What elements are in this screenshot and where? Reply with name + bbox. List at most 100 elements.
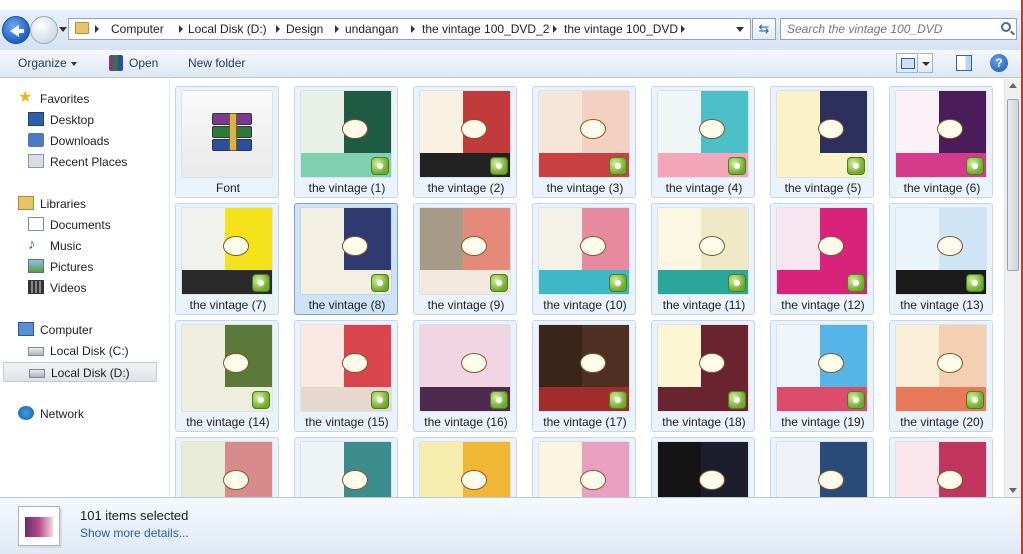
nav-favorites[interactable]: ★ Favorites	[18, 89, 158, 109]
file-item[interactable]: the vintage (11)	[651, 203, 755, 315]
file-name: the vintage (17)	[543, 415, 627, 429]
invitation-emblem	[937, 118, 963, 139]
invitation-emblem	[580, 118, 606, 139]
breadcrumb-design[interactable]: Design	[286, 22, 323, 36]
nav-pictures[interactable]: Pictures	[28, 257, 158, 277]
file-name: the vintage (20)	[900, 415, 984, 429]
file-item[interactable]: the vintage (4)	[651, 86, 755, 198]
file-thumbnail	[182, 325, 272, 411]
file-name: the vintage (13)	[900, 298, 984, 312]
file-item[interactable]: the vintage (16)	[413, 320, 517, 432]
file-item[interactable]: the vintage (26)	[770, 437, 874, 497]
nav-music[interactable]: ♪ Music	[28, 236, 158, 256]
help-button[interactable]: ?	[990, 54, 1008, 72]
file-item[interactable]: the vintage (7)	[175, 203, 279, 315]
breadcrumb-undangan[interactable]: undangan	[345, 22, 398, 36]
open-button[interactable]: Open	[129, 56, 158, 70]
file-name: the vintage (19)	[781, 415, 865, 429]
nav-label: Desktop	[50, 113, 95, 127]
vertical-scrollbar[interactable]	[1004, 79, 1021, 497]
new-folder-button[interactable]: New folder	[188, 56, 245, 70]
nav-network[interactable]: Network	[18, 404, 158, 424]
nav-desktop[interactable]: Desktop	[28, 110, 158, 130]
refresh-button[interactable]: ⇆	[752, 18, 776, 40]
file-item[interactable]: the vintage (10)	[532, 203, 636, 315]
file-item[interactable]: the vintage (3)	[532, 86, 636, 198]
scroll-down-icon[interactable]	[1009, 488, 1017, 493]
file-thumbnail	[539, 208, 629, 294]
address-bar[interactable]: Computer Local Disk (D:) Design undangan…	[68, 18, 751, 40]
file-item[interactable]: the vintage (25)	[651, 437, 755, 497]
file-item[interactable]: the vintage (18)	[651, 320, 755, 432]
scroll-up-icon[interactable]	[1009, 83, 1017, 88]
address-history-dropdown-icon[interactable]	[736, 27, 744, 32]
invitation-emblem	[937, 235, 963, 256]
chevron-right-icon[interactable]	[335, 25, 339, 33]
file-name: the vintage (14)	[186, 415, 270, 429]
search-box[interactable]	[780, 18, 1017, 40]
file-item[interactable]: the vintage (2)	[413, 86, 517, 198]
file-item[interactable]: the vintage (9)	[413, 203, 517, 315]
file-item[interactable]: the vintage (23)	[413, 437, 517, 497]
search-icon[interactable]	[1001, 22, 1011, 32]
winrar-archive-icon	[212, 113, 256, 153]
invitation-emblem	[342, 235, 368, 256]
recent-pages-dropdown-icon[interactable]	[59, 27, 67, 32]
preview-pane-button[interactable]	[956, 55, 972, 71]
chevron-right-icon[interactable]	[179, 25, 183, 33]
file-thumbnail	[301, 442, 391, 497]
nav-local-disk-d[interactable]: Local Disk (D:)	[3, 362, 157, 382]
chevron-down-icon[interactable]	[71, 62, 77, 66]
file-thumbnail	[896, 208, 986, 294]
chevron-right-icon[interactable]	[681, 25, 685, 33]
breadcrumb-computer[interactable]: Computer	[111, 22, 164, 36]
file-name: the vintage (10)	[543, 298, 627, 312]
nav-label: Local Disk (C:)	[50, 344, 129, 358]
file-item[interactable]: the vintage (14)	[175, 320, 279, 432]
file-item[interactable]: the vintage (17)	[532, 320, 636, 432]
nav-videos[interactable]: Videos	[28, 278, 158, 298]
file-item[interactable]: the vintage (21)	[175, 437, 279, 497]
change-view-button[interactable]	[896, 53, 918, 73]
nav-recent-places[interactable]: Recent Places	[28, 152, 158, 172]
search-input[interactable]	[787, 21, 987, 37]
file-thumbnail	[777, 91, 867, 177]
file-thumbnail	[539, 325, 629, 411]
file-item[interactable]: the vintage (8)	[294, 203, 398, 315]
nav-computer[interactable]: Computer	[18, 320, 158, 340]
nav-libraries[interactable]: Libraries	[18, 194, 158, 214]
nav-downloads[interactable]: Downloads	[28, 131, 158, 151]
nav-local-disk-c[interactable]: Local Disk (C:)	[28, 341, 158, 361]
breadcrumb-vintage-dvd-2[interactable]: the vintage 100_DVD_2	[422, 22, 549, 36]
file-item[interactable]: the vintage (20)	[889, 320, 993, 432]
breadcrumb-vintage-dvd[interactable]: the vintage 100_DVD	[564, 22, 678, 36]
chevron-right-icon[interactable]	[553, 25, 557, 33]
chevron-right-icon[interactable]	[276, 25, 280, 33]
back-button[interactable]	[2, 16, 30, 44]
file-item[interactable]: the vintage (15)	[294, 320, 398, 432]
file-item[interactable]: the vintage (24)	[532, 437, 636, 497]
file-item[interactable]: the vintage (12)	[770, 203, 874, 315]
file-item[interactable]: the vintage (22)	[294, 437, 398, 497]
file-item[interactable]: the vintage (13)	[889, 203, 993, 315]
file-item[interactable]: Font	[175, 86, 279, 198]
forward-button[interactable]	[30, 16, 58, 44]
scrollbar-thumb[interactable]	[1007, 99, 1019, 271]
chevron-right-icon[interactable]	[95, 25, 99, 33]
show-more-details-link[interactable]: Show more details...	[80, 526, 189, 540]
file-name: the vintage (16)	[424, 415, 508, 429]
file-list[interactable]: Font the vintage (1) the vintage (2) the vi…	[171, 79, 1004, 497]
chevron-right-icon[interactable]	[411, 25, 415, 33]
file-item[interactable]: the vintage (27)	[889, 437, 993, 497]
organize-button[interactable]: Organize	[18, 56, 67, 70]
file-item[interactable]: the vintage (19)	[770, 320, 874, 432]
file-item[interactable]: the vintage (6)	[889, 86, 993, 198]
breadcrumb-local-disk-d[interactable]: Local Disk (D:)	[188, 22, 267, 36]
file-item[interactable]: the vintage (1)	[294, 86, 398, 198]
coreldraw-file-icon	[371, 391, 389, 409]
view-options-dropdown[interactable]	[919, 53, 933, 73]
file-thumbnail	[539, 442, 629, 497]
nav-documents[interactable]: Documents	[28, 215, 158, 235]
file-item[interactable]: the vintage (5)	[770, 86, 874, 198]
file-thumbnail	[658, 91, 748, 177]
